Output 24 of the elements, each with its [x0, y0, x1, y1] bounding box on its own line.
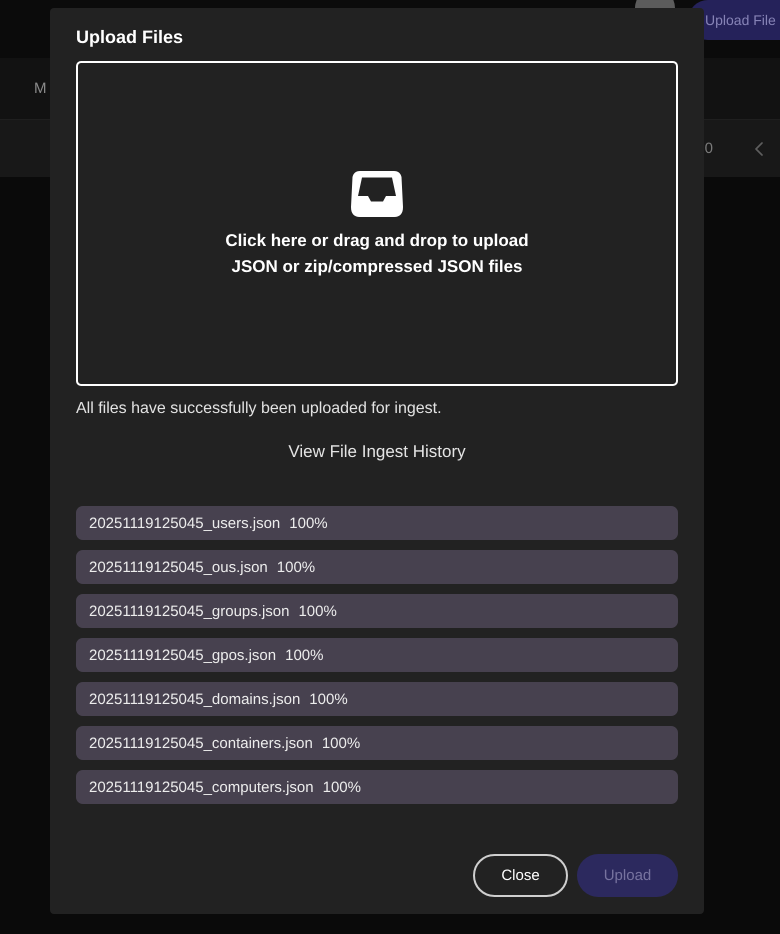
file-name: 20251119125045_domains.json: [89, 690, 300, 708]
status-message: All files have successfully been uploaded for ingest.: [76, 399, 442, 419]
history-link[interactable]: View File Ingest History: [282, 437, 472, 467]
upload-percent: 100%: [285, 646, 324, 664]
dropzone-instructions: Click here or drag and drop to upload JSON or zip/compressed JSON files: [225, 230, 529, 278]
file-name: 20251119125045_gpos.json: [89, 646, 276, 664]
upload-percent: 100%: [322, 734, 360, 752]
close-button[interactable]: Close: [473, 854, 568, 897]
upload-percent: 100%: [276, 558, 316, 576]
file-name: 20251119125045_groups.json: [89, 602, 290, 620]
file-name: 20251119125045_users.json: [89, 514, 280, 532]
file-name: 20251119125045_ous.json: [89, 558, 268, 576]
upload-percent: 100%: [298, 602, 337, 620]
pagination-text: 0: [704, 140, 713, 157]
file-name: 20251119125045_computers.json: [89, 778, 314, 796]
chevron-left-icon[interactable]: [755, 142, 763, 156]
inbox-icon: [351, 171, 403, 217]
dropzone[interactable]: Click here or drag and drop to upload JSON or zip/compressed JSON files: [76, 61, 678, 386]
dialog-title: Upload Files: [76, 26, 184, 49]
nav-tab[interactable]: M: [34, 80, 46, 97]
upload-percent: 100%: [322, 778, 361, 796]
upload-percent: 100%: [309, 690, 348, 708]
file-name: 20251119125045_containers.json: [89, 734, 313, 752]
upload-percent: 100%: [289, 514, 328, 532]
